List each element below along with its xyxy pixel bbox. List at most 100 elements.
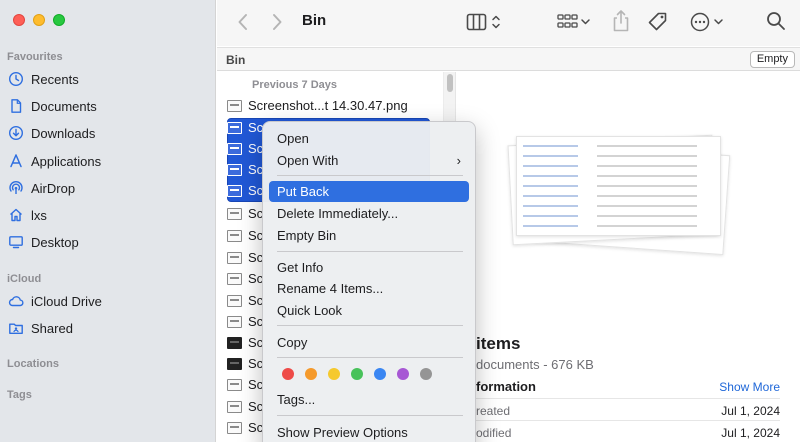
search-icon bbox=[767, 12, 785, 30]
sidebar-section-locations[interactable]: Locations bbox=[7, 358, 59, 370]
screenshot-file-icon bbox=[227, 272, 242, 285]
share-button[interactable] bbox=[611, 9, 631, 33]
sidebar-item-lxs[interactable]: lxs bbox=[8, 204, 47, 226]
airdrop-icon bbox=[9, 181, 23, 194]
column-view-icon bbox=[466, 13, 500, 31]
information-header: formation bbox=[476, 379, 536, 394]
scrollbar-thumb[interactable] bbox=[447, 74, 453, 92]
file-name: Sc bbox=[248, 399, 264, 414]
file-name: Sc bbox=[248, 293, 264, 308]
menu-item-copy[interactable]: Copy bbox=[269, 332, 469, 353]
tag-yellow-dot[interactable] bbox=[328, 368, 340, 380]
file-row[interactable]: Sc bbox=[227, 374, 263, 395]
file-row[interactable]: Sc bbox=[227, 332, 263, 353]
sidebar-item-label: Applications bbox=[31, 153, 102, 169]
sidebar-item-recents[interactable]: Recents bbox=[8, 68, 79, 90]
view-mode-button[interactable] bbox=[466, 12, 502, 32]
file-name: Sc bbox=[248, 120, 264, 135]
file-row-selected[interactable]: Sc bbox=[227, 138, 263, 159]
menu-item-open-with[interactable]: Open With › bbox=[269, 150, 469, 171]
sidebar-item-airdrop[interactable]: AirDrop bbox=[8, 177, 75, 199]
menu-item-quick-look[interactable]: Quick Look bbox=[269, 300, 469, 321]
sidebar: Favourites Recents Documents Downloads A… bbox=[0, 0, 216, 442]
file-name: Sc bbox=[248, 228, 264, 243]
tag-color-picker bbox=[282, 368, 432, 380]
menu-item-put-back[interactable]: Put Back bbox=[269, 181, 469, 202]
close-window-button[interactable] bbox=[13, 14, 25, 26]
file-row[interactable]: Sc bbox=[227, 203, 263, 224]
sidebar-item-documents[interactable]: Documents bbox=[8, 95, 97, 117]
file-name: Sc bbox=[248, 377, 264, 392]
group-button[interactable] bbox=[556, 12, 592, 32]
search-button[interactable] bbox=[766, 11, 786, 31]
chevron-left-icon bbox=[238, 14, 247, 30]
menu-item-label: Open With bbox=[277, 153, 339, 168]
tag-button[interactable] bbox=[647, 11, 669, 33]
info-row-modified: odified Jul 1, 2024 bbox=[476, 420, 780, 442]
forward-button[interactable] bbox=[271, 13, 283, 31]
file-row-selected[interactable]: Sc bbox=[227, 180, 263, 201]
menu-item-show-preview-options[interactable]: Show Preview Options bbox=[269, 422, 469, 442]
tag-green-dot[interactable] bbox=[351, 368, 363, 380]
share-icon bbox=[613, 10, 629, 32]
tag-blue-dot[interactable] bbox=[374, 368, 386, 380]
sidebar-item-applications[interactable]: Applications bbox=[8, 150, 101, 172]
menu-item-open[interactable]: Open bbox=[269, 128, 469, 149]
tag-red-dot[interactable] bbox=[282, 368, 294, 380]
zoom-window-button[interactable] bbox=[53, 14, 65, 26]
image-file-icon bbox=[227, 294, 242, 307]
menu-item-delete-immediately[interactable]: Delete Immediately... bbox=[269, 203, 469, 224]
file-row-selected[interactable]: Sc bbox=[227, 159, 263, 180]
file-row[interactable]: Screenshot...t 14.30.47.png bbox=[227, 95, 408, 116]
file-name: Sc bbox=[248, 250, 264, 265]
file-name: Screenshot...t 14.30.47.png bbox=[248, 98, 408, 113]
file-row[interactable]: Sc bbox=[227, 225, 263, 246]
file-row[interactable]: Sc bbox=[227, 311, 263, 332]
tag-icon bbox=[648, 12, 667, 31]
screenshot-file-icon bbox=[227, 121, 242, 134]
info-row-created: reated Jul 1, 2024 bbox=[476, 398, 780, 420]
file-row[interactable]: Sc bbox=[227, 247, 263, 268]
file-row[interactable]: Sc bbox=[227, 290, 263, 311]
more-actions-button[interactable] bbox=[689, 11, 725, 33]
sidebar-item-desktop[interactable]: Desktop bbox=[8, 231, 79, 253]
sidebar-item-label: Documents bbox=[31, 98, 97, 114]
sidebar-section-tags[interactable]: Tags bbox=[7, 389, 32, 401]
tag-purple-dot[interactable] bbox=[397, 368, 409, 380]
preview-subtitle: documents - 676 KB bbox=[476, 357, 594, 372]
menu-item-rename[interactable]: Rename 4 Items... bbox=[269, 278, 469, 299]
file-row[interactable]: Sc bbox=[227, 353, 263, 374]
sidebar-item-label: lxs bbox=[31, 207, 47, 223]
chevron-right-icon: › bbox=[456, 153, 461, 168]
sidebar-item-downloads[interactable]: Downloads bbox=[8, 122, 95, 144]
sidebar-section-favourites: Favourites bbox=[7, 51, 63, 63]
info-value: Jul 1, 2024 bbox=[721, 404, 780, 418]
show-more-link[interactable]: Show More bbox=[719, 380, 780, 394]
file-row-selected[interactable]: Sc bbox=[227, 117, 263, 138]
sidebar-item-label: Downloads bbox=[31, 125, 96, 141]
file-row[interactable]: Sc bbox=[227, 417, 263, 438]
screenshot-file-icon bbox=[227, 184, 242, 197]
sidebar-item-icloud-drive[interactable]: iCloud Drive bbox=[8, 290, 102, 312]
sidebar-item-shared[interactable]: Shared bbox=[8, 317, 73, 339]
file-name: Sc bbox=[248, 206, 264, 221]
back-button[interactable] bbox=[237, 13, 249, 31]
chevron-right-icon bbox=[273, 14, 282, 30]
download-icon bbox=[8, 125, 24, 141]
tag-gray-dot[interactable] bbox=[420, 368, 432, 380]
screenshot-file-icon bbox=[227, 207, 242, 220]
info-key: reated bbox=[476, 404, 511, 418]
file-row[interactable]: Sc bbox=[227, 268, 263, 289]
menu-item-tags[interactable]: Tags... bbox=[269, 389, 469, 410]
tag-orange-dot[interactable] bbox=[305, 368, 317, 380]
dark-file-icon bbox=[227, 336, 242, 349]
file-row[interactable]: Sc bbox=[227, 396, 263, 417]
empty-bin-button[interactable]: Empty bbox=[749, 51, 795, 68]
minimize-window-button[interactable] bbox=[33, 14, 45, 26]
sidebar-item-label: Shared bbox=[31, 320, 73, 336]
menu-item-empty-bin[interactable]: Empty Bin bbox=[269, 225, 469, 246]
preview-thumbnail bbox=[516, 136, 721, 236]
preview-title: items bbox=[476, 334, 521, 353]
dark-file-icon bbox=[227, 357, 242, 370]
menu-item-get-info[interactable]: Get Info bbox=[269, 257, 469, 278]
